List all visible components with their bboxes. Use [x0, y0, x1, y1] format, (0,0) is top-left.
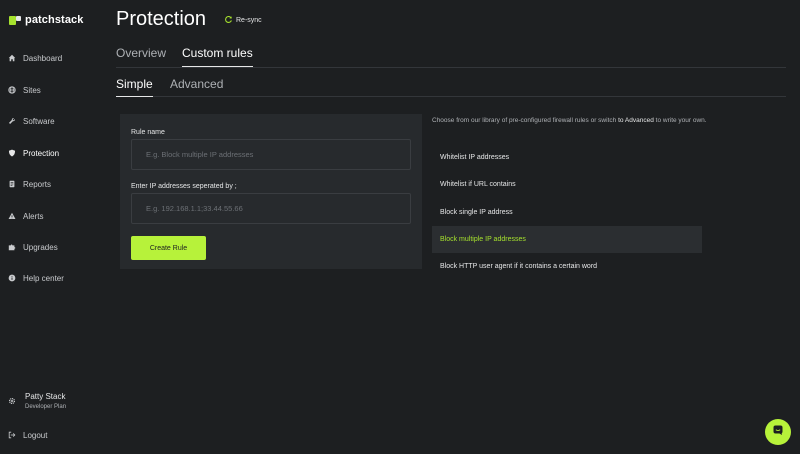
logout-button[interactable]: Logout — [8, 429, 47, 441]
sidebar: patchstack Dashboard Sites Software Prot… — [0, 0, 100, 454]
globe-icon — [8, 86, 16, 94]
rule-name-input[interactable] — [131, 139, 411, 170]
patchstack-logo-icon — [9, 15, 21, 25]
chat-icon — [772, 423, 784, 441]
page-title: Protection — [116, 8, 207, 30]
brand-name: patchstack — [25, 14, 84, 26]
wrench-icon — [8, 117, 16, 125]
logout-icon — [8, 431, 16, 439]
primary-tabs: Overview Custom rules — [116, 46, 786, 68]
tab-overview[interactable]: Overview — [116, 46, 166, 67]
sidebar-item-label: Sites — [23, 85, 41, 95]
library-description: Choose from our library of pre-configure… — [432, 117, 707, 124]
sidebar-item-label: Software — [23, 116, 55, 126]
rule-whitelist-ip[interactable]: Whitelist IP addresses — [432, 144, 702, 171]
user-plan: Developer Plan — [25, 404, 67, 410]
shield-icon — [8, 149, 16, 157]
sidebar-item-label: Alerts — [23, 211, 44, 221]
ip-addresses-label: Enter IP addresses seperated by ; — [131, 183, 237, 190]
sidebar-item-alerts[interactable]: Alerts — [8, 210, 43, 222]
resync-button[interactable]: Re-sync — [224, 15, 262, 26]
sidebar-item-label: Protection — [23, 148, 60, 158]
tab-custom-rules[interactable]: Custom rules — [182, 46, 253, 67]
tab-advanced[interactable]: Advanced — [170, 77, 223, 97]
secondary-tabs: Simple Advanced — [116, 77, 786, 97]
refresh-icon — [224, 15, 233, 26]
user-menu[interactable]: Patty Stack Developer Plan — [8, 392, 66, 410]
logout-label: Logout — [23, 430, 48, 440]
sidebar-item-label: Help center — [23, 273, 64, 283]
sidebar-item-software[interactable]: Software — [8, 115, 55, 127]
ip-addresses-input[interactable] — [131, 193, 411, 224]
sidebar-item-reports[interactable]: Reports — [8, 178, 51, 190]
puzzle-icon — [8, 243, 16, 251]
sidebar-item-dashboard[interactable]: Dashboard — [8, 52, 62, 64]
sidebar-item-sites[interactable]: Sites — [8, 84, 41, 96]
sidebar-item-help-center[interactable]: Help center — [8, 272, 64, 284]
sidebar-item-label: Dashboard — [23, 53, 63, 63]
rule-block-multiple-ip[interactable]: Block multiple IP addresses — [432, 226, 702, 253]
user-name: Patty Stack — [25, 392, 66, 401]
brand-logo[interactable]: patchstack — [9, 14, 83, 26]
report-icon — [8, 180, 16, 188]
rule-block-user-agent[interactable]: Block HTTP user agent if it contains a c… — [432, 253, 702, 280]
create-rule-button[interactable]: Create Rule — [131, 236, 206, 260]
custom-rule-form: Rule name Enter IP addresses seperated b… — [120, 114, 422, 269]
rule-whitelist-url[interactable]: Whitelist if URL contains — [432, 171, 702, 198]
info-icon — [8, 274, 16, 282]
warning-icon — [8, 212, 16, 220]
sidebar-item-label: Upgrades — [23, 242, 58, 252]
resync-label: Re-sync — [236, 17, 262, 24]
sidebar-item-upgrades[interactable]: Upgrades — [8, 241, 58, 253]
switch-to-advanced-link[interactable]: to Advanced — [618, 117, 654, 124]
chat-launcher-button[interactable] — [765, 419, 791, 445]
gear-icon — [8, 392, 16, 410]
sidebar-item-label: Reports — [23, 179, 52, 189]
rule-name-label: Rule name — [131, 129, 165, 136]
rule-block-single-ip[interactable]: Block single IP address — [432, 199, 702, 226]
sidebar-item-protection[interactable]: Protection — [8, 147, 59, 159]
home-icon — [8, 54, 16, 62]
tab-simple[interactable]: Simple — [116, 77, 153, 97]
